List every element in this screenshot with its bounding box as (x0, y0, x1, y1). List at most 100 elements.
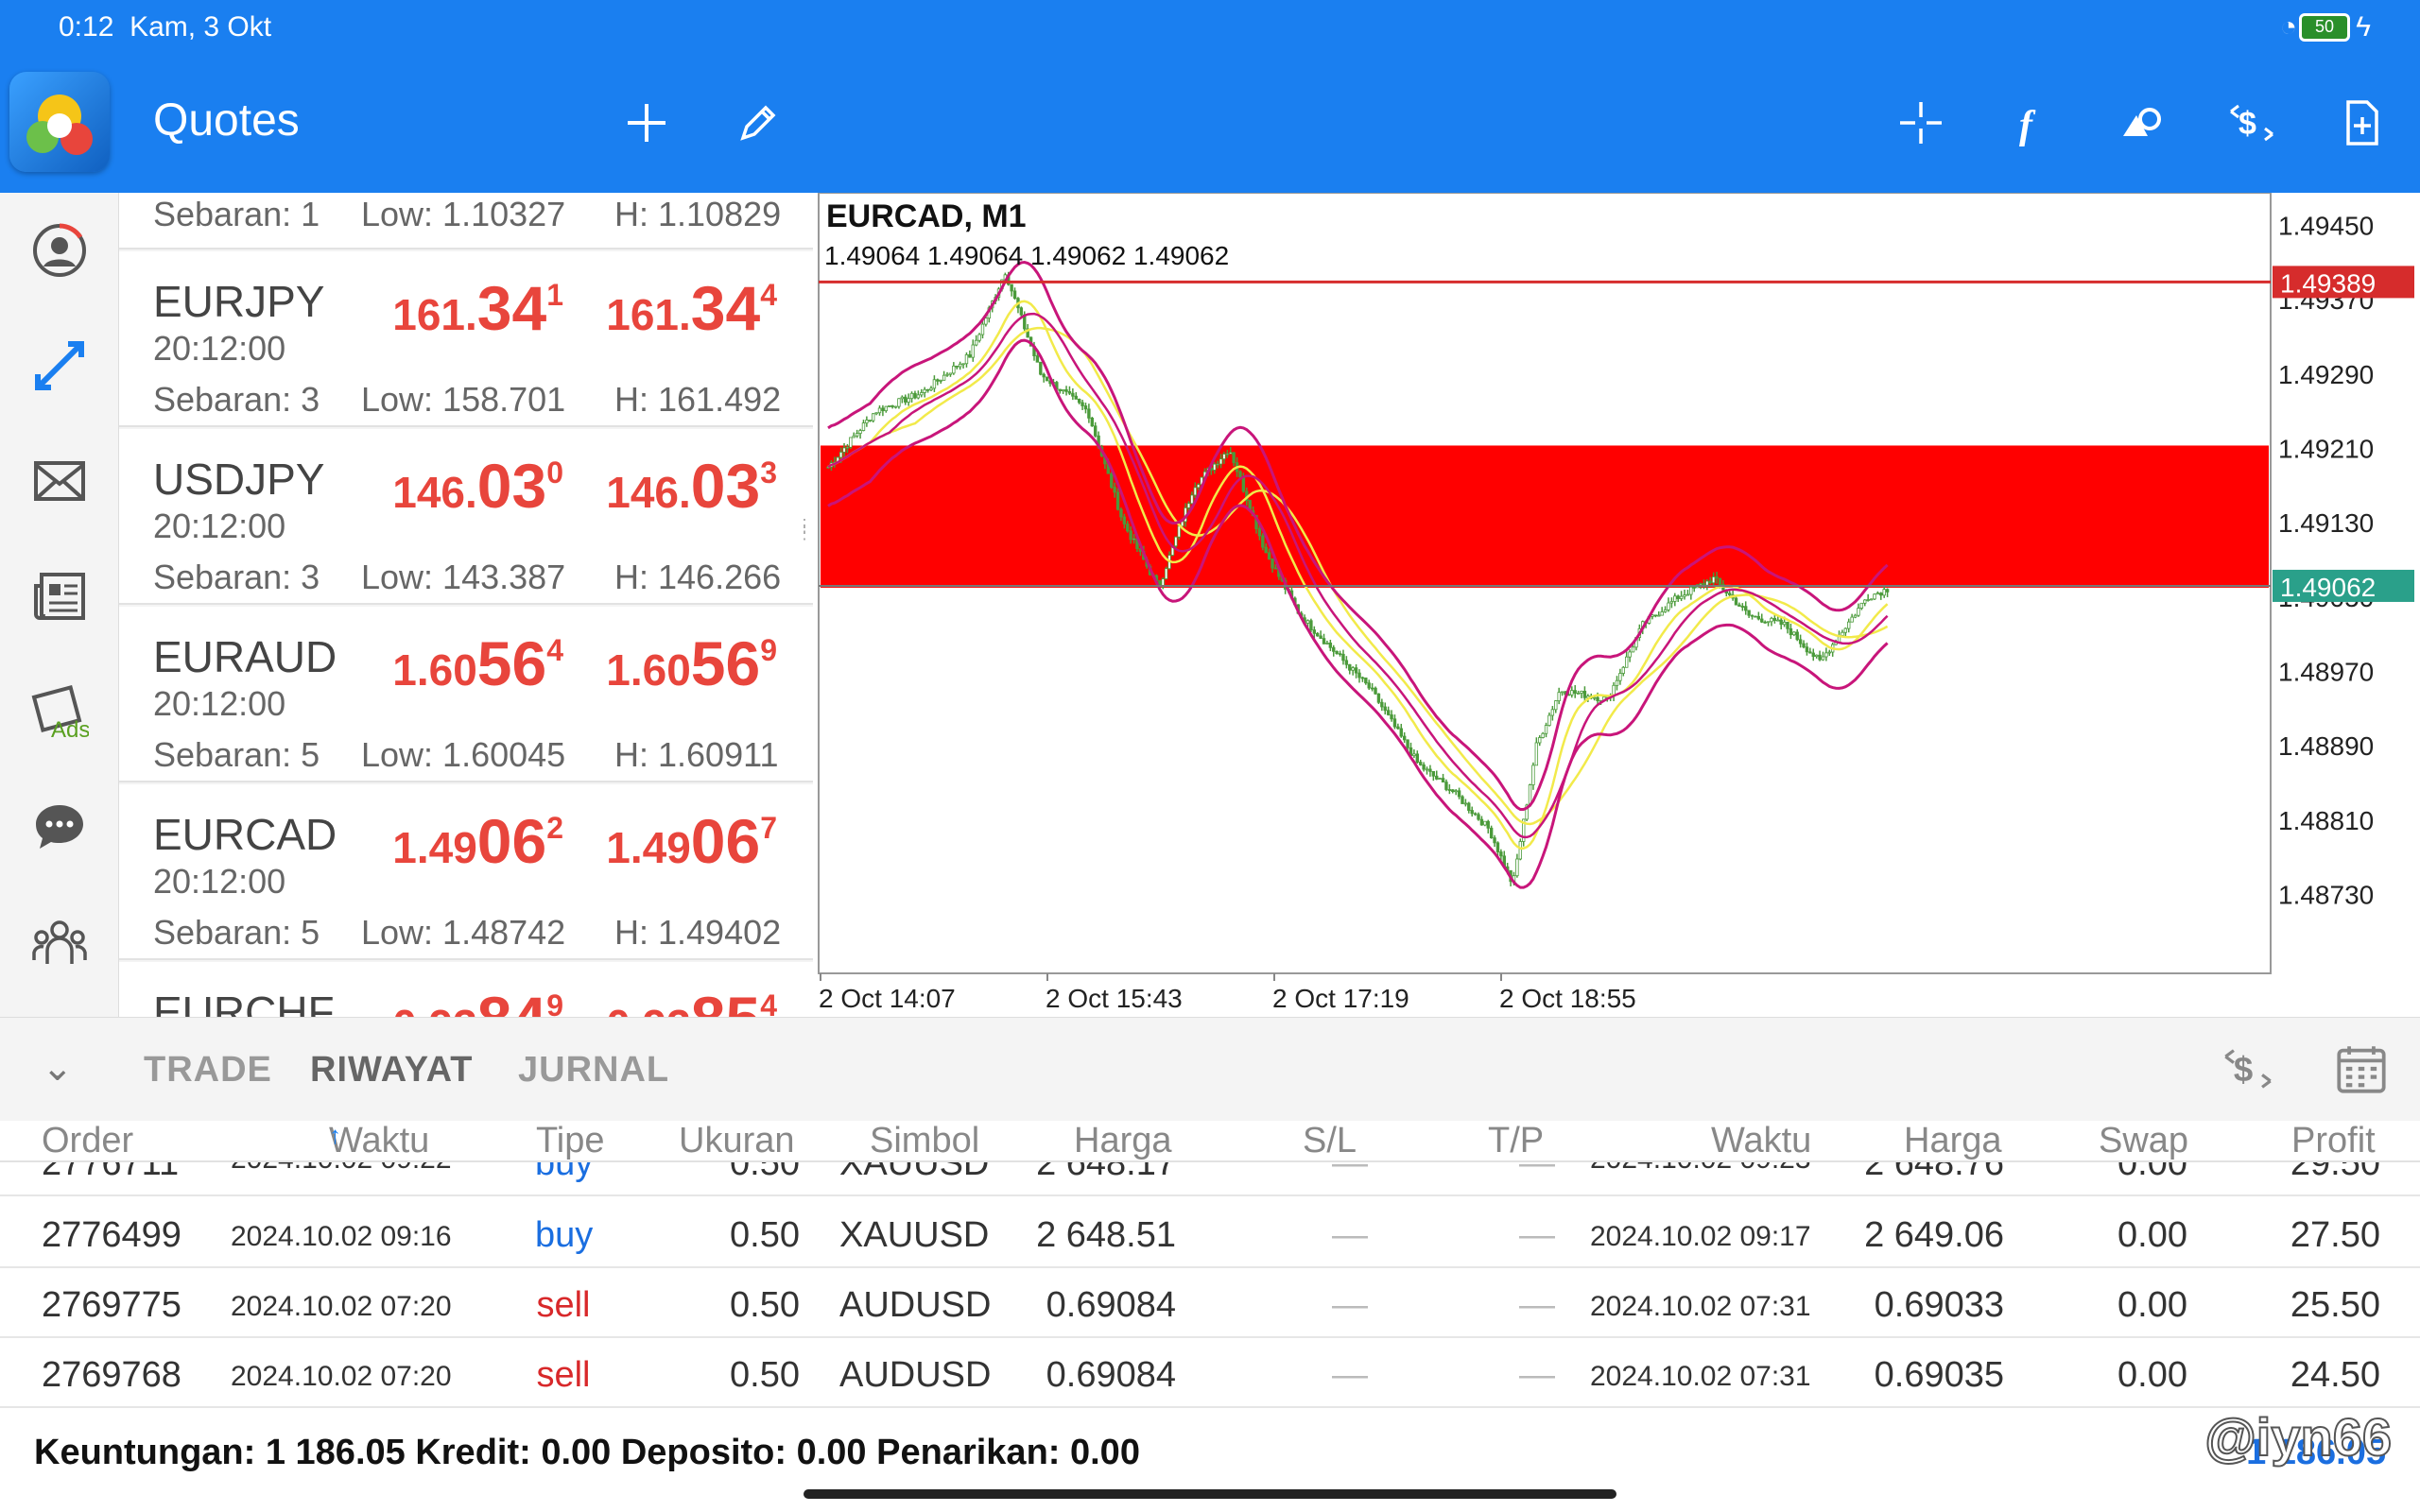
history-row[interactable]: 2776711 2024.10.02 09:22 buy 0.50 XAUUSD 2 64… (0, 1162, 2420, 1196)
quote-symbol: USDJPY (153, 455, 325, 504)
indicators-button[interactable]: f (2002, 93, 2063, 153)
sidebar-item-calendar-ads[interactable]: Ads (26, 679, 93, 745)
candle-body (1441, 778, 1445, 782)
candle-body (884, 405, 889, 412)
quote-row[interactable]: EURCAD 20:12:00 Sebaran: 5 Low: 1.48742 H: 1… (119, 784, 813, 960)
candle-body (861, 422, 866, 431)
candle-body (1560, 691, 1564, 694)
col-tp[interactable]: T/P (1488, 1121, 1544, 1160)
sidebar-item-mail[interactable] (26, 448, 93, 514)
quote-low: Low: 143.387 (361, 558, 566, 596)
candle-body (1467, 802, 1471, 811)
quote-symbol: EURCHF (153, 988, 335, 1017)
col-sl[interactable]: S/L (1303, 1121, 1357, 1160)
col-order[interactable]: Order (42, 1121, 133, 1160)
history-cell-swap: 0.00 (2118, 1215, 2187, 1255)
candle-body (909, 392, 914, 400)
summary-text: Keuntungan: 1 186.05 Kredit: 0.00 Deposi… (34, 1433, 1140, 1472)
quote-row[interactable]: EURCHF 0.93849 0.93854 (119, 962, 813, 1017)
candle-body (1663, 609, 1668, 612)
home-indicator[interactable] (804, 1489, 1616, 1499)
col-size[interactable]: Ukuran (679, 1121, 795, 1160)
quote-spread: Sebaran: 3 (153, 558, 320, 596)
sidebar-item-community[interactable] (26, 909, 93, 975)
candle-body (936, 379, 940, 382)
quote-ask[interactable]: 1.60569 (606, 627, 777, 699)
new-order-button[interactable] (2331, 93, 2392, 153)
candle-body (1493, 837, 1496, 844)
crosshair-icon (1900, 102, 1942, 144)
col-symbol[interactable]: Simbol (870, 1121, 979, 1160)
quote-ask[interactable]: 146.033 (606, 450, 777, 522)
quote-bid[interactable]: 161.341 (392, 272, 563, 344)
quote-bid[interactable]: 0.93849 (392, 983, 563, 1017)
candle-body (1422, 764, 1426, 770)
resize-handle[interactable]: ⋮ ⋮ (796, 517, 813, 550)
edit-button[interactable] (728, 93, 788, 153)
col-swap[interactable]: Swap (2099, 1121, 2188, 1160)
level-tag-label: 1.49389 (2280, 268, 2376, 298)
chart-symbol-title: EURCAD, M1 (826, 198, 1027, 234)
sidebar-item-quotes[interactable] (26, 217, 93, 284)
col-open-price[interactable]: Harga (1074, 1121, 1172, 1160)
candle-body (1747, 610, 1751, 616)
candle-body (1370, 687, 1374, 690)
history-row[interactable]: 2769775 2024.10.02 07:20 sell 0.50 AUDUSD 0.6… (0, 1268, 2420, 1338)
col-type[interactable]: Tipe (536, 1121, 605, 1160)
history-row[interactable]: 2769768 2024.10.02 07:20 sell 0.50 AUDUSD 0.6… (0, 1338, 2420, 1408)
add-symbol-button[interactable] (616, 93, 677, 153)
candle-body (1667, 602, 1670, 610)
quote-row[interactable]: EURAUD 20:12:00 Sebaran: 5 Low: 1.60045 H: 1… (119, 607, 813, 782)
candle-body (920, 392, 924, 396)
col-close-price[interactable]: Harga (1904, 1121, 2002, 1160)
tab-jurnal[interactable]: JURNAL (518, 1050, 669, 1091)
crosshair-button[interactable] (1891, 93, 1951, 153)
dollar-filter-icon[interactable]: $ (2221, 1042, 2274, 1095)
quote-ask[interactable]: 0.93854 (606, 983, 777, 1017)
quote-bid[interactable]: 146.030 (392, 450, 563, 522)
trade-icon (35, 341, 84, 390)
sidebar-item-news[interactable] (26, 563, 93, 629)
candle-body (1715, 576, 1719, 579)
candle-body (932, 379, 937, 389)
quote-ask[interactable]: 1.49067 (606, 805, 777, 877)
history-cell-tp: — (1519, 1215, 1555, 1255)
candle-body (1273, 567, 1278, 570)
quote-bid[interactable]: 1.49062 (392, 805, 563, 877)
candle-body (1821, 656, 1825, 661)
shapes-icon (2123, 108, 2161, 136)
app-logo-icon[interactable] (9, 72, 110, 172)
trade-button[interactable]: $ (2221, 93, 2282, 153)
quote-row[interactable]: USDJPY 20:12:00 Sebaran: 3 Low: 143.387 H: 1… (119, 429, 813, 605)
tab-trade[interactable]: TRADE (144, 1050, 272, 1091)
quote-bid[interactable]: 1.60564 (392, 627, 563, 699)
quote-ask[interactable]: 161.344 (606, 272, 777, 344)
candle-body (1705, 580, 1709, 586)
candle-body (1319, 635, 1322, 640)
col-profit[interactable]: Profit (2291, 1121, 2376, 1160)
chart-area[interactable]: 1.494501.493701.492901.492101.491301.490… (813, 192, 2420, 1017)
col-close-time[interactable]: Waktu (1711, 1121, 1811, 1160)
candle-body (1683, 594, 1686, 597)
history-cell-simbol: AUDUSD (839, 1355, 992, 1395)
calendar-icon[interactable] (2335, 1042, 2388, 1095)
price-chart[interactable]: 1.494501.493701.492901.492101.491301.490… (813, 192, 2420, 1017)
collapse-chevron-icon[interactable]: ⌄ (42, 1046, 74, 1090)
candle-body (1257, 528, 1262, 537)
sidebar-item-chat[interactable] (26, 794, 93, 860)
sidebar-item-trade[interactable] (26, 333, 93, 399)
quote-row-partial[interactable]: Sebaran: 1 Low: 1.10327 H: 1.10829 (119, 193, 813, 249)
candle-body (1071, 392, 1075, 397)
objects-button[interactable] (2112, 93, 2172, 153)
quote-symbol: EURAUD (153, 632, 337, 681)
candle-body (1853, 614, 1858, 618)
history-cell-tipe: sell (536, 1285, 591, 1325)
tab-riwayat[interactable]: RIWAYAT (310, 1050, 473, 1091)
history-cell-sl: — (1332, 1162, 1368, 1183)
quotes-list[interactable]: Sebaran: 1 Low: 1.10327 H: 1.10829 EURJP… (119, 193, 813, 1017)
history-row[interactable]: 2776499 2024.10.02 09:16 buy 0.50 XAUUSD 2 64… (0, 1198, 2420, 1268)
candle-body (1824, 652, 1828, 658)
quote-row[interactable]: EURJPY 20:12:00 Sebaran: 3 Low: 158.701 H: 1… (119, 251, 813, 427)
history-cell-sl: — (1332, 1285, 1368, 1325)
quote-high: H: 1.49402 (614, 913, 782, 952)
